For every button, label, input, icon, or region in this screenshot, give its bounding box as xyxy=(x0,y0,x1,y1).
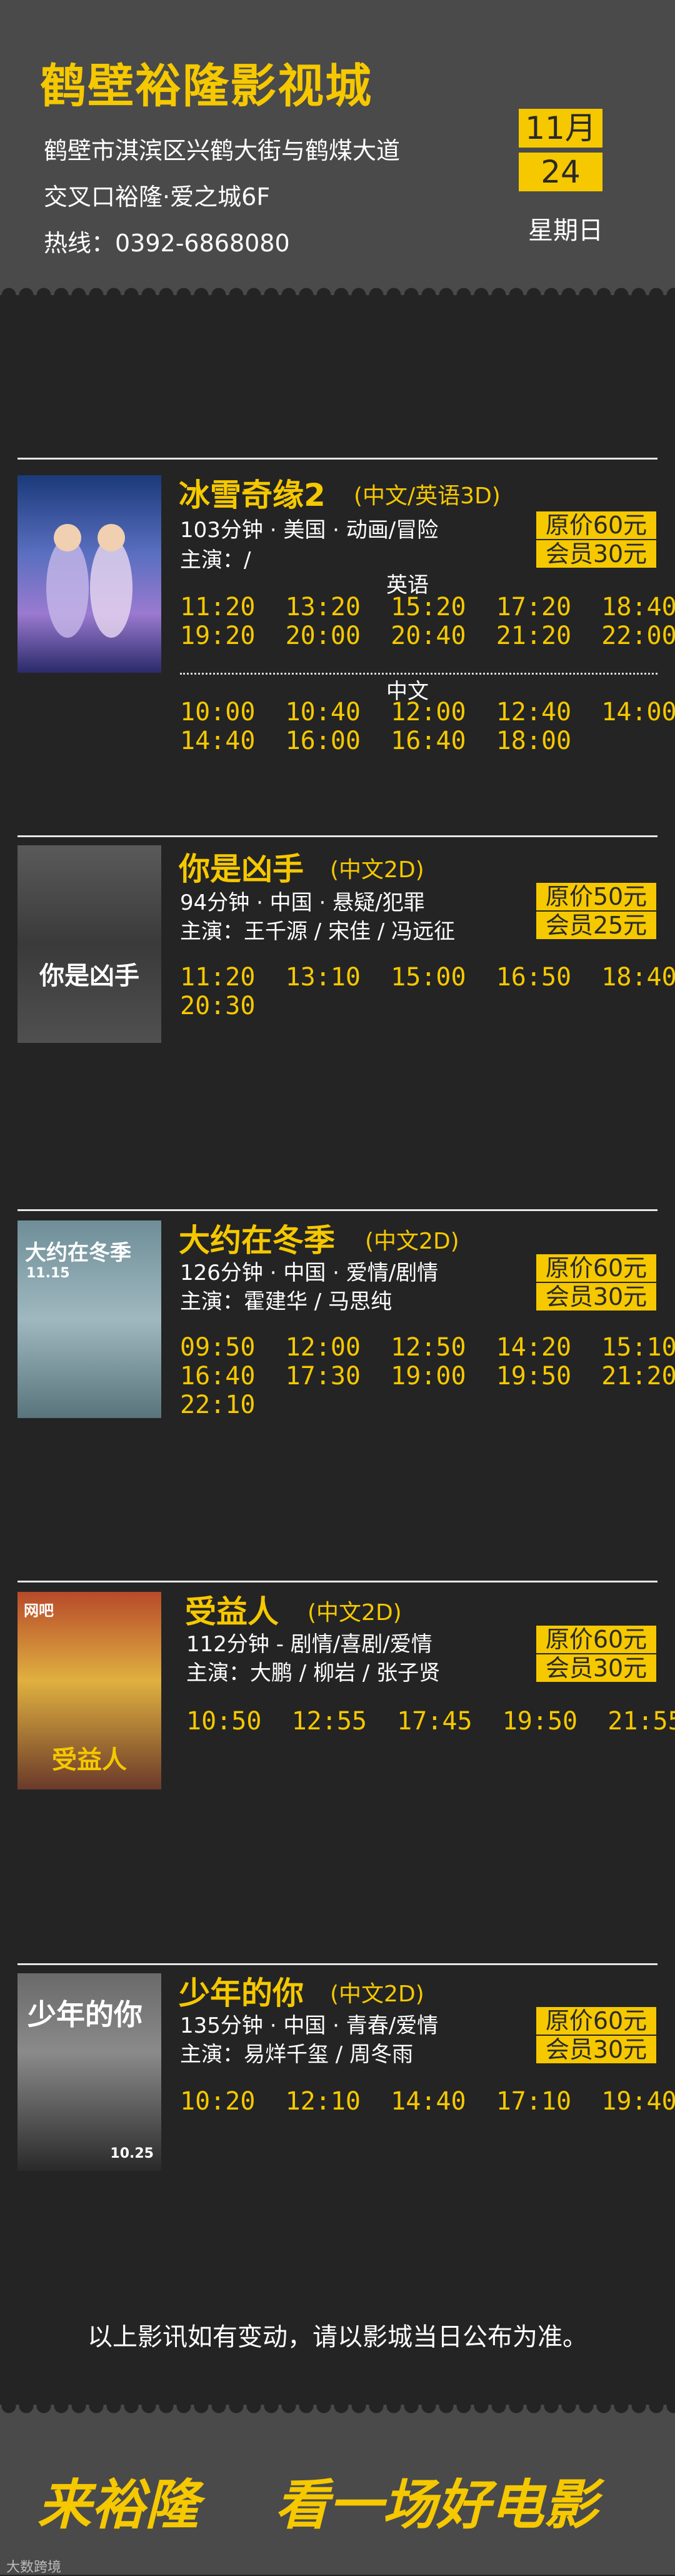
movie-info: 126分钟 · 中国 · 爱情/剧情 xyxy=(180,1260,439,1285)
price-original: 原价60元 xyxy=(536,1626,656,1653)
showtimes-row: 14:40 16:00 16:40 18:00 xyxy=(180,727,572,755)
poster-figures-icon xyxy=(46,524,132,638)
movie-cast: 主演：霍建华 / 马思纯 xyxy=(180,1289,392,1314)
movie-title: 你是凶手 xyxy=(179,851,304,887)
movie-title: 大约在冬季 xyxy=(179,1222,335,1259)
showtimes-row: 10:00 10:40 12:00 12:40 14:00 xyxy=(180,698,675,727)
price-original: 原价60元 xyxy=(536,511,656,539)
poster-sign-text: 网吧 xyxy=(24,1602,54,1619)
showtimes-row: 11:20 13:20 15:20 17:20 18:40 xyxy=(180,593,675,621)
showtimes-row: 16:40 17:30 19:00 19:50 21:20 xyxy=(180,1362,675,1391)
poster-title-text: 少年的你 xyxy=(28,1998,142,2031)
date-day: 24 xyxy=(519,153,602,191)
date-month: 11月 xyxy=(519,109,602,148)
movie-format-tag: (中文2D) xyxy=(308,1600,402,1626)
poster-title-text: 大约在冬季 xyxy=(25,1240,131,1265)
movie-cast: 主演：易烊千玺 / 周冬雨 xyxy=(180,2042,414,2067)
price-member: 会员25元 xyxy=(536,912,656,939)
poster-title-text: 受益人 xyxy=(52,1746,127,1774)
showtimes-row: 19:20 20:00 20:40 21:20 22:00 xyxy=(180,621,675,650)
movie-info: 112分钟 - 剧情/喜剧/爱情 xyxy=(186,1632,432,1657)
movie-poster-shaoniandeni: 少年的你 10.25 xyxy=(18,1973,161,2171)
price-member: 会员30元 xyxy=(536,1283,656,1311)
movie-title: 受益人 xyxy=(185,1594,279,1630)
showtimes-row: 22:10 xyxy=(180,1391,256,1419)
movie-cast: 主演：/ xyxy=(180,548,251,573)
movie-divider xyxy=(18,1209,658,1211)
showtimes-row: 20:30 xyxy=(180,992,256,1020)
poster-release-date: 11.15 xyxy=(26,1265,70,1281)
showtimes-row: 11:20 13:10 15:00 16:50 18:40 xyxy=(180,963,675,992)
slogan-right: 看一场好电影 xyxy=(275,2473,598,2537)
movie-format-tag: (中文2D) xyxy=(365,1229,459,1254)
showtimes-row: 10:20 12:10 14:40 17:10 19:40 xyxy=(180,2087,675,2116)
movie-cast: 主演：王千源 / 宋佳 / 冯远征 xyxy=(180,919,456,944)
address-line-1: 鹤壁市淇滨区兴鹤大街与鹤煤大道 xyxy=(44,137,401,164)
showtimes-row: 10:50 12:55 17:45 19:50 21:55 xyxy=(186,1707,675,1736)
poster-title-text: 你是凶手 xyxy=(39,962,139,990)
movie-divider xyxy=(18,1963,658,1965)
price-member: 会员30元 xyxy=(536,1654,656,1682)
hotline: 热线：0392-6868080 xyxy=(44,229,290,257)
footer-scallop-edge xyxy=(0,2397,675,2415)
watermark-text: 大数跨境 xyxy=(6,2560,62,2575)
price-member: 会员30元 xyxy=(536,540,656,568)
showtimes-row: 09:50 12:00 12:50 14:20 15:10 xyxy=(180,1333,675,1362)
price-member: 会员30元 xyxy=(536,2036,656,2063)
price-original: 原价60元 xyxy=(536,2007,656,2035)
movie-cast: 主演：大鹏 / 柳岩 / 张子贤 xyxy=(186,1661,441,1686)
movie-poster-frozen2 xyxy=(18,475,161,673)
movie-poster-nishixiongshou: 你是凶手 xyxy=(18,845,161,1043)
movie-title: 少年的你 xyxy=(179,1975,304,2011)
movie-divider xyxy=(18,458,658,460)
cinema-name: 鹤壁裕隆影视城 xyxy=(40,59,372,113)
slogan-left: 来裕隆 xyxy=(38,2473,199,2537)
movie-format-tag: (中文/英语3D) xyxy=(354,483,501,509)
address-line-2: 交叉口裕隆·爱之城6F xyxy=(44,183,271,211)
movie-divider xyxy=(18,835,658,837)
movie-info: 94分钟 · 中国 · 悬疑/犯罪 xyxy=(180,890,425,915)
weekday: 星期日 xyxy=(528,216,603,245)
poster-release-date: 10.25 xyxy=(110,2146,154,2161)
schedule-notice: 以上影讯如有变动，请以影城当日公布为准。 xyxy=(88,2323,588,2352)
movie-info: 103分钟 · 美国 · 动画/冒险 xyxy=(180,518,439,543)
movie-poster-shouyiren: 网吧 受益人 xyxy=(18,1592,161,1789)
price-original: 原价50元 xyxy=(536,883,656,910)
movie-format-tag: (中文2D) xyxy=(330,857,424,883)
movie-format-tag: (中文2D) xyxy=(330,1981,424,2007)
movie-divider xyxy=(18,1581,658,1582)
movie-title: 冰雪奇缘2 xyxy=(179,477,326,513)
movie-poster-dayuezaidongji: 大约在冬季 11.15 xyxy=(18,1220,161,1418)
header-scallop-edge xyxy=(0,286,675,304)
movie-info: 135分钟 · 中国 · 青春/爱情 xyxy=(180,2013,439,2038)
price-original: 原价60元 xyxy=(536,1254,656,1282)
